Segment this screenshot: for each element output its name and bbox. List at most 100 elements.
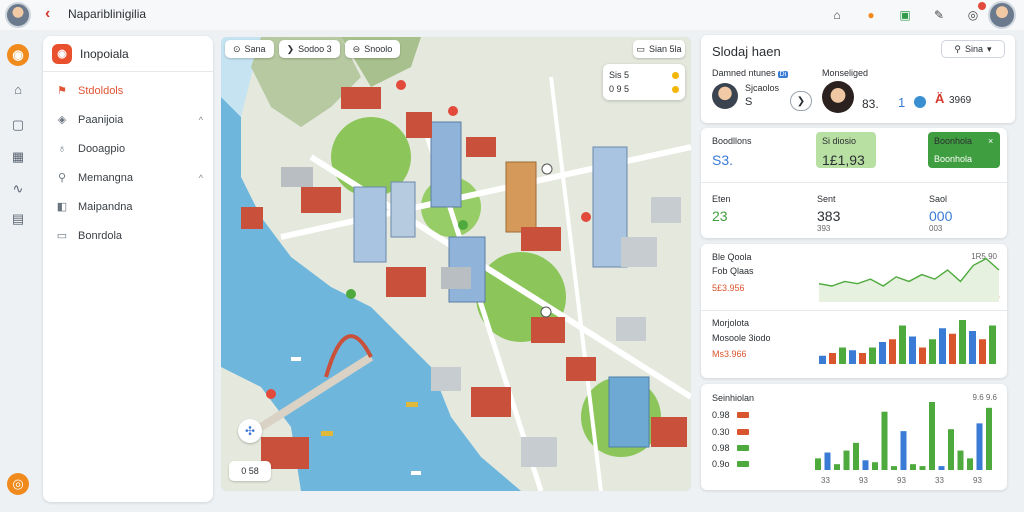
- sidebar-item-label: Memangna: [78, 171, 134, 184]
- file-icon: ▭: [56, 230, 68, 242]
- map-tab-label: Sodoo 3: [298, 44, 332, 54]
- scale-label: 0 58: [241, 466, 259, 476]
- person-name: Sjcaolos: [745, 83, 780, 93]
- bar: [948, 429, 954, 470]
- layers-icon: ◧: [56, 201, 68, 213]
- home-icon[interactable]: ⌂: [826, 4, 848, 26]
- sidebar-item-5[interactable]: ▭ Bonrdola: [43, 221, 213, 250]
- map-tabs: ⊙ Sana ❯ Sodoo 3 ⊖ Snoolo: [225, 40, 401, 58]
- city-map[interactable]: [221, 37, 691, 491]
- map-pin-icon: ⚑: [57, 85, 67, 97]
- map-tab-2[interactable]: ⊖ Snoolo: [344, 40, 401, 58]
- legend-label: 0.30: [712, 427, 730, 437]
- map-tab-1[interactable]: ❯ Sodoo 3: [278, 40, 340, 58]
- dashboard-icon[interactable]: ⌂: [7, 78, 29, 100]
- bar: [976, 423, 983, 470]
- person-avatar-1[interactable]: [712, 83, 738, 109]
- kpi-label: Si diosio: [822, 136, 857, 146]
- bar: [859, 353, 866, 364]
- share-icon[interactable]: ✎: [928, 4, 950, 26]
- sidebar-item-label: Stdoldols: [78, 84, 124, 97]
- bar: [900, 431, 907, 470]
- divider: [701, 310, 1007, 311]
- kpi-value: 23: [712, 208, 728, 224]
- trend-panel: Ble Qoola 1R5 90 Fob Qlaas 5£3.956 Morjo…: [701, 244, 1007, 378]
- back-icon[interactable]: ‹: [45, 5, 61, 23]
- chevron-up-icon[interactable]: ^: [199, 173, 203, 183]
- line-series-area: [819, 258, 999, 302]
- bar: [843, 450, 850, 470]
- person-value-2: 83.: [862, 97, 879, 111]
- legend-row: 0 9 5: [609, 82, 679, 96]
- sidebar-item-0[interactable]: ⚑ Stdoldols: [43, 76, 213, 105]
- kpi-value: 1£1,93: [822, 152, 865, 168]
- chevron-up-icon[interactable]: ^: [199, 115, 203, 125]
- sidebar-item-label: Maipandna: [78, 200, 133, 213]
- settings-icon[interactable]: ◎: [7, 473, 29, 495]
- location-icon: ◈: [57, 114, 67, 126]
- bar: [969, 331, 976, 364]
- map-search-button[interactable]: ▭ Sian 5la: [633, 40, 685, 58]
- close-icon[interactable]: ×: [988, 136, 993, 146]
- map-tab-label: Sana: [244, 44, 266, 54]
- user-avatar[interactable]: [5, 2, 31, 28]
- search-icon: ⚲: [57, 172, 67, 184]
- legend-swatch: [737, 429, 749, 435]
- panel-title: Slodaj haen: [712, 44, 781, 59]
- legend-swatch: [737, 461, 749, 467]
- arrow-right-icon[interactable]: ❯: [790, 91, 812, 111]
- document-icon[interactable]: ▤: [7, 208, 29, 230]
- legend-swatch: [737, 412, 749, 418]
- bar: [938, 466, 945, 470]
- bar: [986, 407, 992, 470]
- bar: [815, 458, 821, 470]
- bar: [834, 464, 840, 470]
- layers-icon: ❯: [286, 43, 295, 54]
- sidebar-item-1[interactable]: ◈ Paanijoia ^: [43, 105, 213, 134]
- chart-value-2: Ms3.966: [712, 349, 747, 359]
- alert-value: Ä: [935, 91, 945, 106]
- kpi-sub: 003: [929, 224, 943, 233]
- person-avatar-2[interactable]: [822, 81, 854, 113]
- map-tab-label: Snoolo: [364, 44, 393, 54]
- bar: [919, 466, 926, 470]
- sidebar-item-4[interactable]: ◧ Maipandna: [43, 192, 213, 221]
- flame-icon[interactable]: ●: [860, 4, 882, 26]
- inbox-icon[interactable]: ▢: [7, 114, 29, 136]
- chart-subtitle: Fob Qlaas: [712, 266, 754, 276]
- stats-panel: Seinhiolan 9.6 9.6 0.98 0.30 0.98 0.9o 3…: [701, 384, 1007, 490]
- bar-chart-1: [819, 320, 996, 364]
- filter-icon: ⊖: [352, 43, 361, 54]
- section-label-2: Monseliged: [822, 68, 869, 78]
- x-tick-label: 93: [859, 476, 868, 485]
- notifications-icon[interactable]: ◎: [962, 2, 986, 26]
- search-icon: ⚲: [954, 43, 962, 54]
- kpi-label: Boonhola: [934, 136, 973, 146]
- calendar-icon[interactable]: ▣: [894, 4, 916, 26]
- chevron-down-icon: ▾: [987, 43, 992, 54]
- profile-avatar[interactable]: [988, 1, 1016, 29]
- kpi-label-2: Boonhola: [934, 154, 973, 164]
- panel-search-button[interactable]: ⚲ Sina ▾: [941, 40, 1005, 58]
- bar: [957, 450, 964, 470]
- route-icon[interactable]: ∿: [7, 178, 29, 200]
- map-view[interactable]: ⊙ Sana ❯ Sodoo 3 ⊖ Snoolo ▭ Sian 5la Sis 5 0…: [221, 37, 691, 491]
- kpi-label: Boodllons: [712, 136, 752, 146]
- app-logo-icon[interactable]: ◉: [7, 44, 29, 66]
- x-tick-label: 93: [973, 476, 982, 485]
- x-tick-label: 33: [935, 476, 944, 485]
- search-icon: ▭: [636, 43, 645, 54]
- map-search-label: Sian 5la: [648, 44, 682, 54]
- calendar-rail-icon[interactable]: ▦: [7, 146, 29, 168]
- kpi-label: Eten: [712, 194, 731, 204]
- bar: [967, 458, 973, 470]
- sidebar-item-3[interactable]: ⚲ Memangna ^: [43, 163, 213, 192]
- notification-badge: [978, 2, 986, 10]
- map-tab-0[interactable]: ⊙ Sana: [225, 40, 274, 58]
- sidebar-item-2[interactable]: ♁ Dooagpio: [43, 134, 213, 163]
- legend-label: 0.98: [712, 443, 730, 453]
- bar: [824, 452, 831, 470]
- compass-icon[interactable]: ✣: [238, 419, 262, 443]
- bar: [919, 347, 926, 364]
- chart-title: Seinhiolan: [712, 393, 755, 403]
